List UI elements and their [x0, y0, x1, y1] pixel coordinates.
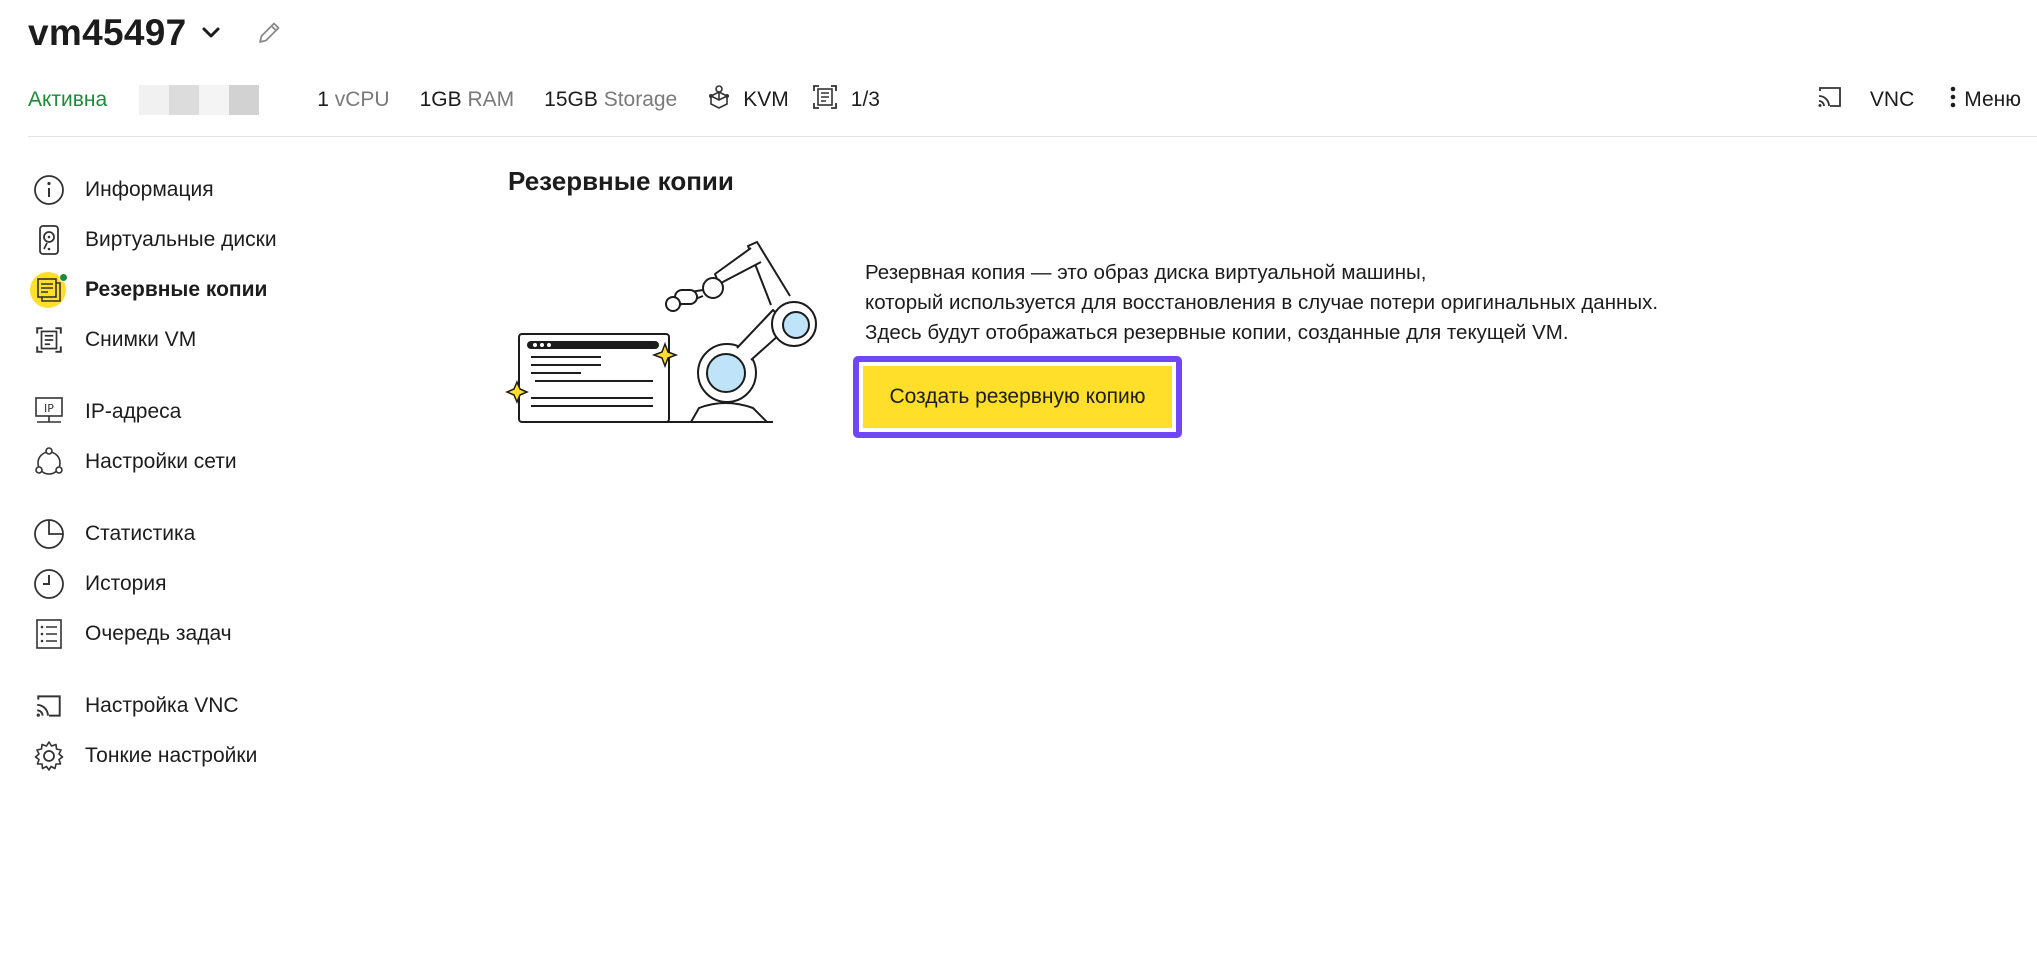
sidebar-item-virtual-disks[interactable]: Виртуальные диски: [28, 215, 368, 265]
backup-icon: [28, 269, 70, 311]
menu-button[interactable]: Меню: [1950, 86, 2021, 114]
vnc-icon: [28, 685, 70, 727]
sidebar-item-statistics[interactable]: Статистика: [28, 509, 368, 559]
robot-arm-illustration: [505, 238, 825, 428]
sidebar-item-backups[interactable]: Резервные копии: [28, 265, 368, 315]
task-list-icon: [28, 613, 70, 655]
vm-stats-row: Активна 1 vCPU 1GB RAM 15GB Storage KVM …: [28, 80, 902, 120]
cast-icon: [1816, 84, 1844, 116]
gear-icon: [28, 735, 70, 777]
status-badge: Активна: [28, 88, 108, 111]
edit-pencil-icon[interactable]: [254, 18, 284, 48]
create-backup-button[interactable]: Создать резервную копию: [863, 366, 1172, 428]
sidebar-item-snapshots[interactable]: Снимки VM: [28, 315, 368, 365]
sidebar-item-vnc-settings[interactable]: Настройка VNC: [28, 681, 368, 731]
storage-spec: 15GB Storage: [544, 88, 678, 111]
page-title: Резервные копии: [508, 166, 734, 196]
snapshots-spec: 1/3: [811, 83, 880, 117]
cpu-spec: 1 vCPU: [317, 88, 390, 111]
network-icon: [28, 441, 70, 483]
header-actions: VNC Меню: [1816, 80, 2021, 120]
masked-ip-address: [139, 85, 260, 115]
snapshot-icon: [28, 319, 70, 361]
backups-description: Резервная копия — это образ диска виртуа…: [865, 261, 1659, 344]
vm-title-row: vm45497: [28, 10, 284, 56]
sidebar-item-task-queue[interactable]: Очередь задач: [28, 609, 368, 659]
sidebar-item-network-settings[interactable]: Настройки сети: [28, 437, 368, 487]
kebab-menu-icon: [1950, 86, 1956, 114]
sidebar-item-info[interactable]: Информация: [28, 165, 368, 215]
clock-icon: [28, 563, 70, 605]
hypervisor-spec: KVM: [707, 84, 789, 116]
header-divider: [28, 136, 2037, 137]
sidebar-item-history[interactable]: История: [28, 559, 368, 609]
sidebar-item-fine-settings[interactable]: Тонкие настройки: [28, 731, 368, 781]
sidebar-nav: Информация Виртуальные диски Резервные к…: [28, 165, 368, 781]
status-dot: [59, 273, 68, 282]
disk-icon: [28, 219, 70, 261]
ip-icon: IP: [28, 391, 70, 433]
svg-text:IP: IP: [44, 402, 54, 415]
vnc-button[interactable]: VNC: [1816, 84, 1914, 116]
pie-chart-icon: [28, 513, 70, 555]
vm-name: vm45497: [28, 12, 187, 53]
ram-spec: 1GB RAM: [419, 88, 515, 111]
kvm-icon: [707, 84, 731, 116]
snapshot-icon: [811, 83, 839, 117]
create-backup-highlight: Создать резервную копию: [853, 356, 1182, 438]
chevron-down-icon[interactable]: [198, 20, 224, 46]
sidebar-item-ip-addresses[interactable]: IP IP-адреса: [28, 387, 368, 437]
info-icon: [28, 169, 70, 211]
